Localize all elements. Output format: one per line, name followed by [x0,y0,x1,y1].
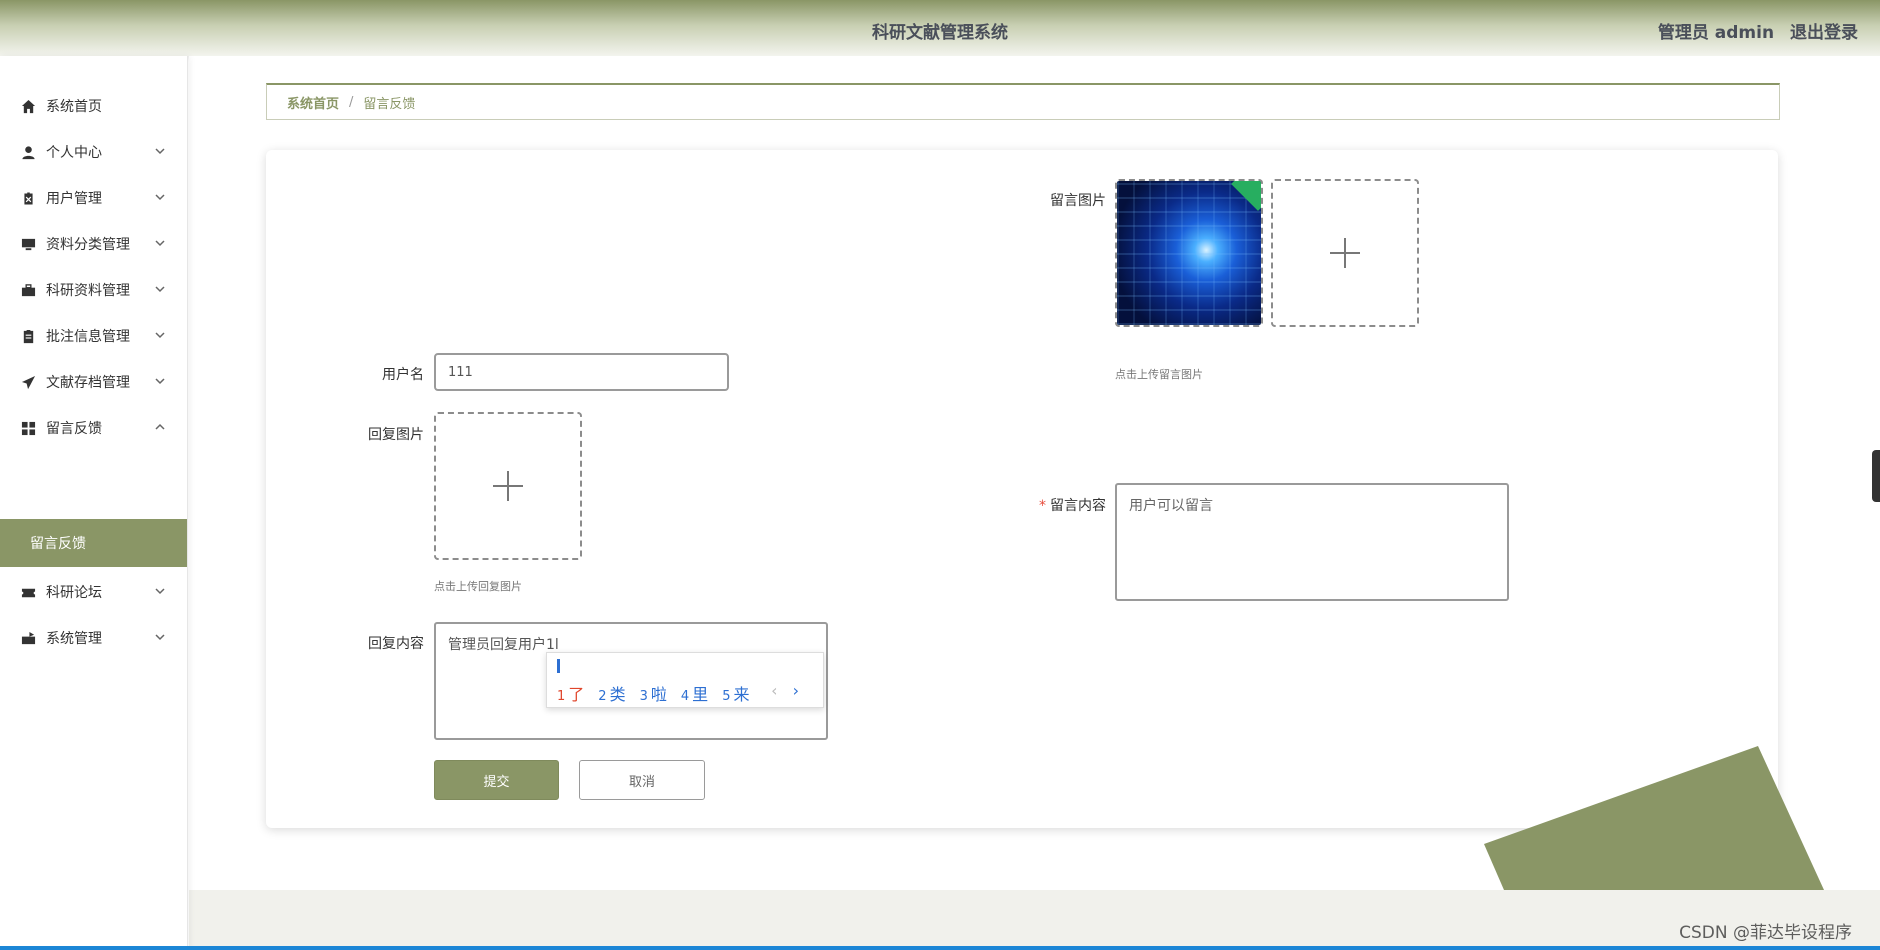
ime-pager: ‹ › [771,681,799,700]
logout-link[interactable]: 退出登录 [1790,23,1858,43]
sidebar-item-label: 用户管理 [46,191,102,207]
msg-content-textarea[interactable] [1115,483,1509,601]
sidebar-item-label: 文献存档管理 [46,375,130,391]
grid-icon [20,420,36,436]
app-title: 科研文献管理系统 [872,23,1008,43]
chevron-down-icon [154,585,166,597]
sidebar-item-personal-center[interactable]: 个人中心 [0,132,188,172]
chevron-down-icon [154,375,166,387]
decorative-shape [1484,746,1824,890]
chevron-down-icon [154,145,166,157]
reply-image-uploader[interactable] [434,412,582,560]
briefcase-plus-icon [20,630,36,646]
ime-candidate[interactable]: 2类 [598,681,625,705]
sidebar-item-feedback[interactable]: 留言反馈 [0,408,188,448]
clipboard-x-icon [20,190,36,206]
current-user: 管理员 admin [1657,23,1775,43]
ime-candidate[interactable]: 5来 [722,681,749,705]
required-asterisk: * [1039,498,1046,514]
plus-icon [1330,238,1360,268]
msg-image-hint: 点击上传留言图片 [1115,368,1203,381]
chevron-down-icon [154,631,166,643]
sidebar-item-home[interactable]: 系统首页 [0,86,188,126]
msg-content-label: * 留言内容 [1020,495,1106,515]
ticket-icon [20,584,36,600]
reply-image-label: 回复图片 [368,427,424,443]
monitor-icon [20,236,36,252]
scrollbar-handle[interactable] [1872,450,1880,502]
sidebar: 系统首页 个人中心 用户管理 资料分类管理 科研资料管理 批注信息管理 文献存档… [0,56,188,950]
sidebar-item-label: 留言反馈 [46,421,102,437]
sidebar-item-label: 系统管理 [46,631,102,647]
chevron-down-icon [154,329,166,341]
sidebar-item-archive-management[interactable]: 文献存档管理 [0,362,188,402]
watermark-text: CSDN @菲达毕设程序 [1679,923,1852,943]
sidebar-item-label: 系统首页 [46,99,102,115]
ime-candidate[interactable]: 1了 [557,681,584,705]
sidebar-subitem-feedback[interactable]: 留言反馈 [0,519,187,567]
paper-plane-icon [20,374,36,390]
chevron-down-icon [154,283,166,295]
sidebar-item-material-management[interactable]: 科研资料管理 [0,270,188,310]
breadcrumb-home[interactable]: 系统首页 [287,93,339,112]
image-texture [1117,181,1261,325]
breadcrumb-separator: / [349,94,354,110]
msg-image-label: 留言图片 [1050,193,1106,209]
ime-candidate[interactable]: 3啦 [640,681,667,705]
reply-image-hint: 点击上传回复图片 [434,580,522,593]
sidebar-item-category-management[interactable]: 资料分类管理 [0,224,188,264]
submit-button[interactable]: 提交 [434,760,559,800]
chevron-down-icon [154,237,166,249]
username-input[interactable] [434,353,729,391]
cancel-button[interactable]: 取消 [579,760,705,800]
taskbar-edge [0,946,1880,950]
sidebar-item-annotation-management[interactable]: 批注信息管理 [0,316,188,356]
footer-band [189,890,1880,950]
chevron-right-icon[interactable]: › [793,681,799,700]
chevron-left-icon[interactable]: ‹ [771,681,777,700]
ime-candidate-popup: 1了 2类 3啦 4里 5来 ‹ › [546,652,824,708]
chevron-up-icon [154,421,166,433]
ime-composition-cursor [557,659,560,673]
plus-icon [493,471,523,501]
user-area: 管理员 admin 退出登录 [1648,18,1858,43]
clipboard-icon [20,328,36,344]
briefcase-icon [20,282,36,298]
reply-content-label: 回复内容 [368,636,424,652]
home-icon [20,98,36,114]
sidebar-item-system-management[interactable]: 系统管理 [0,618,188,658]
sidebar-item-label: 批注信息管理 [46,329,130,345]
ime-candidate-list: 1了 2类 3啦 4里 5来 [557,681,763,705]
breadcrumb-current: 留言反馈 [363,96,416,112]
msg-image-uploader[interactable] [1271,179,1419,327]
chevron-down-icon [154,191,166,203]
ime-candidate[interactable]: 4里 [681,681,708,705]
sidebar-item-user-management[interactable]: 用户管理 [0,178,188,218]
sidebar-item-forum[interactable]: 科研论坛 [0,572,188,612]
msg-image-thumbnail[interactable] [1115,179,1263,327]
sidebar-item-label: 科研论坛 [46,585,102,601]
msg-content-label-text: 留言内容 [1050,498,1106,514]
user-icon [20,144,36,160]
sidebar-item-label: 资料分类管理 [46,237,130,253]
breadcrumb: 系统首页 / 留言反馈 [266,83,1780,120]
sidebar-item-label: 个人中心 [46,145,102,161]
username-label: 用户名 [382,367,424,383]
top-header: 科研文献管理系统 管理员 admin 退出登录 [0,0,1880,56]
sidebar-item-label: 科研资料管理 [46,283,130,299]
